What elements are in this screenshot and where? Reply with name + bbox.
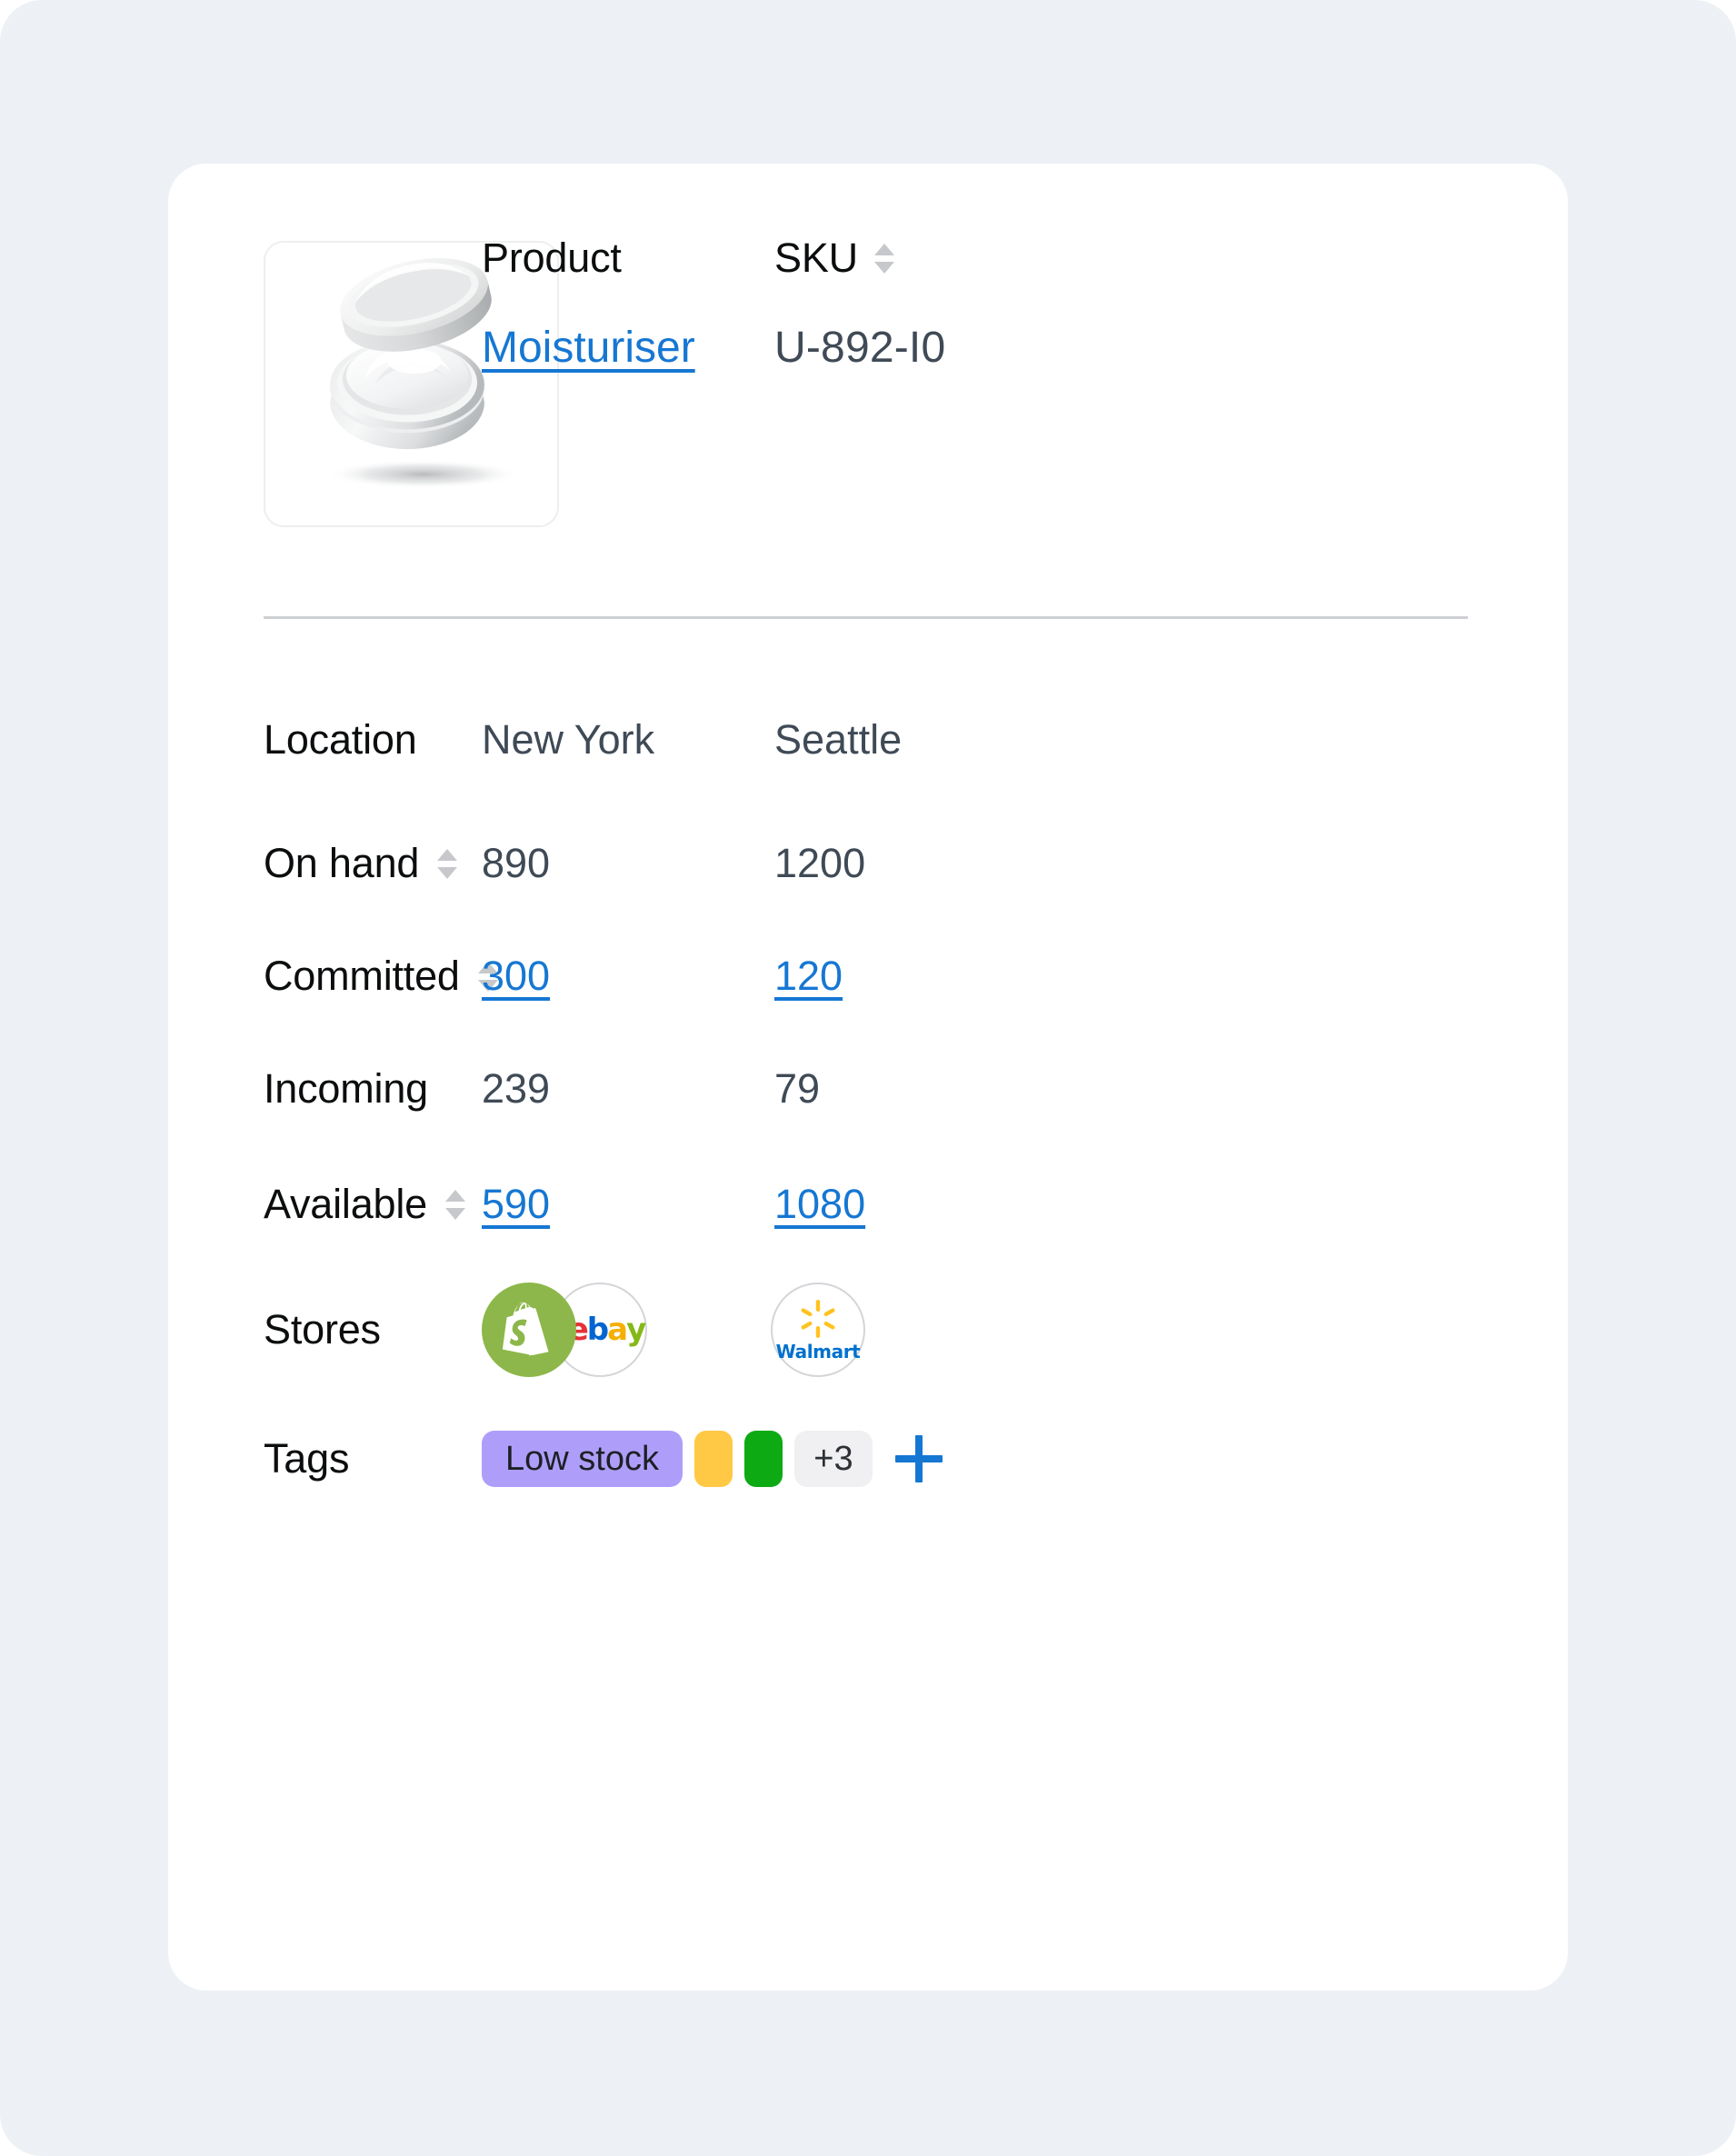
walmart-icon: Walmart xyxy=(776,1299,861,1361)
row-label-on-hand[interactable]: On hand xyxy=(264,840,457,887)
committed-link-seattle[interactable]: 120 xyxy=(774,953,843,999)
column-header-product: Product xyxy=(482,235,622,282)
sort-arrow-down-icon xyxy=(437,867,457,879)
sort-arrows-icon[interactable] xyxy=(437,849,457,879)
row-committed: Committed 300 120 xyxy=(168,920,1568,1033)
available-link-new-york[interactable]: 590 xyxy=(482,1181,550,1227)
column-header-product-label: Product xyxy=(482,235,622,282)
page-background: Product Moisturiser SKU xyxy=(0,0,1736,2156)
row-label-stores: Stores xyxy=(264,1306,381,1353)
card-header: Product Moisturiser SKU xyxy=(168,164,1568,618)
sort-arrow-up-icon xyxy=(874,244,894,255)
walmart-spark-icon xyxy=(798,1299,838,1339)
on-hand-cell-new-york: 890 xyxy=(482,840,550,887)
sort-arrow-up-icon xyxy=(445,1190,465,1202)
row-label-available[interactable]: Available xyxy=(264,1181,465,1228)
sku-value-cell: U-892-I0 xyxy=(774,323,945,373)
row-label-tags: Tags xyxy=(264,1435,349,1482)
row-location: Location New York Seattle xyxy=(168,673,1568,807)
tag-swatch-green[interactable] xyxy=(744,1431,783,1487)
sort-arrow-down-icon xyxy=(874,262,894,274)
on-hand-value-seattle: 1200 xyxy=(774,840,865,886)
committed-cell-seattle: 120 xyxy=(774,953,843,1000)
incoming-value-new-york: 239 xyxy=(482,1065,550,1112)
row-tags: Tags Low stock +3 xyxy=(168,1395,1568,1522)
product-name-cell: Moisturiser xyxy=(482,323,695,373)
row-available: Available 590 1080 xyxy=(168,1145,1568,1263)
inventory-card: Product Moisturiser SKU xyxy=(168,164,1568,1991)
committed-cell-new-york: 300 xyxy=(482,953,550,1000)
tag-swatch-yellow[interactable] xyxy=(694,1431,733,1487)
row-label-location: Location xyxy=(264,716,417,764)
column-header-sku-label: SKU xyxy=(774,235,858,282)
row-stores: Stores e xyxy=(168,1263,1568,1395)
tag-chip-low-stock[interactable]: Low stock xyxy=(482,1431,683,1487)
header-columns: Product Moisturiser SKU xyxy=(482,164,1568,618)
on-hand-value-new-york: 890 xyxy=(482,840,550,886)
walmart-wordmark: Walmart xyxy=(776,1343,861,1361)
shopify-icon xyxy=(501,1301,557,1359)
available-link-seattle[interactable]: 1080 xyxy=(774,1181,865,1227)
sort-arrows-icon[interactable] xyxy=(445,1190,465,1220)
product-name-link[interactable]: Moisturiser xyxy=(482,324,695,372)
incoming-cell-new-york: 239 xyxy=(482,1065,550,1113)
location-cell-new-york: New York xyxy=(482,716,654,764)
on-hand-cell-seattle: 1200 xyxy=(774,840,865,887)
row-on-hand: On hand 890 1200 xyxy=(168,807,1568,920)
tag-list: Low stock +3 xyxy=(482,1431,943,1487)
row-label-available-text: Available xyxy=(264,1181,427,1228)
header-divider xyxy=(264,616,1468,619)
shopify-store-badge[interactable] xyxy=(482,1283,576,1377)
row-label-on-hand-text: On hand xyxy=(264,840,419,887)
available-cell-new-york: 590 xyxy=(482,1181,550,1228)
committed-link-new-york[interactable]: 300 xyxy=(482,953,550,999)
sort-arrows-icon[interactable] xyxy=(874,244,894,274)
tags-cell: Low stock +3 xyxy=(482,1431,943,1487)
row-label-stores-text: Stores xyxy=(264,1306,381,1353)
plus-icon[interactable] xyxy=(895,1435,943,1482)
stores-cell-seattle: Walmart xyxy=(771,1283,865,1377)
store-badge-group-new-york: e b a y xyxy=(482,1283,647,1377)
ebay-letter-y: y xyxy=(626,1314,644,1345)
sort-arrow-down-icon xyxy=(445,1208,465,1220)
store-badge-group-seattle: Walmart xyxy=(771,1283,865,1377)
row-incoming: Incoming 239 79 xyxy=(168,1033,1568,1145)
row-label-committed[interactable]: Committed xyxy=(264,953,498,1000)
row-label-tags-text: Tags xyxy=(264,1435,349,1482)
row-label-committed-text: Committed xyxy=(264,953,460,1000)
row-label-location-text: Location xyxy=(264,716,417,764)
sku-value: U-892-I0 xyxy=(774,324,945,372)
row-label-incoming-text: Incoming xyxy=(264,1065,428,1113)
sort-arrow-up-icon xyxy=(437,849,457,861)
location-cell-seattle: Seattle xyxy=(774,716,902,764)
incoming-value-seattle: 79 xyxy=(774,1065,820,1112)
ebay-letter-b: b xyxy=(587,1314,607,1345)
stores-cell-new-york: e b a y xyxy=(482,1283,647,1377)
row-label-incoming: Incoming xyxy=(264,1065,428,1113)
location-name-seattle: Seattle xyxy=(774,716,902,763)
tag-overflow-count[interactable]: +3 xyxy=(794,1431,873,1487)
column-header-sku[interactable]: SKU xyxy=(774,235,894,282)
inventory-rows: Location New York Seattle On hand xyxy=(168,673,1568,1522)
walmart-store-badge[interactable]: Walmart xyxy=(771,1283,865,1377)
ebay-letter-a: a xyxy=(607,1314,626,1345)
available-cell-seattle: 1080 xyxy=(774,1181,865,1228)
incoming-cell-seattle: 79 xyxy=(774,1065,820,1113)
location-name-new-york: New York xyxy=(482,716,654,763)
